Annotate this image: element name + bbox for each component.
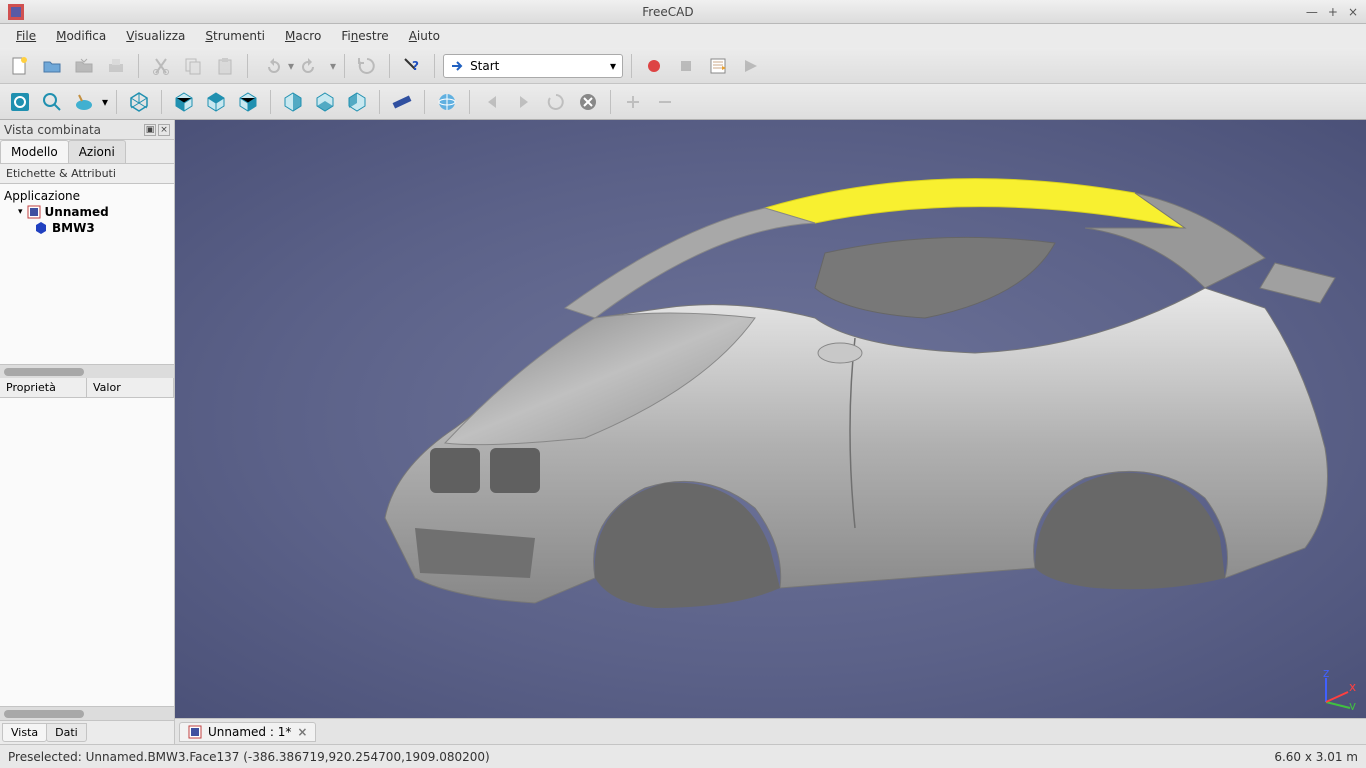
macro-list-button[interactable] bbox=[704, 52, 732, 80]
tree-document[interactable]: ▾ Unnamed bbox=[18, 204, 170, 220]
view-front-button[interactable] bbox=[170, 88, 198, 116]
undo-dropdown[interactable]: ▾ bbox=[288, 59, 294, 73]
refresh-button[interactable] bbox=[353, 52, 381, 80]
view-rear-button[interactable] bbox=[279, 88, 307, 116]
whats-this-button[interactable]: ? bbox=[398, 52, 426, 80]
panel-close-button[interactable]: × bbox=[158, 124, 170, 136]
mesh-icon bbox=[34, 221, 48, 235]
model-tree[interactable]: Applicazione ▾ Unnamed BMW3 bbox=[0, 184, 174, 364]
tree-scrollbar[interactable] bbox=[0, 364, 174, 378]
dropdown-icon: ▾ bbox=[610, 59, 616, 73]
menu-help[interactable]: Aiuto bbox=[401, 27, 448, 45]
minimize-button[interactable]: — bbox=[1306, 5, 1318, 19]
save-button[interactable] bbox=[70, 52, 98, 80]
document-tabs: Unnamed : 1* × bbox=[175, 718, 1366, 744]
menu-windows[interactable]: Finestre bbox=[333, 27, 396, 45]
new-file-button[interactable] bbox=[6, 52, 34, 80]
car-model[interactable] bbox=[335, 168, 1355, 628]
document-tab-label: Unnamed : 1* bbox=[208, 725, 291, 739]
view-top-button[interactable] bbox=[202, 88, 230, 116]
svg-text:y: y bbox=[1349, 699, 1356, 710]
prop-tab-data[interactable]: Dati bbox=[46, 723, 87, 742]
copy-button[interactable] bbox=[179, 52, 207, 80]
prop-col-value[interactable]: Valor bbox=[87, 378, 174, 397]
panel-undock-button[interactable]: ▣ bbox=[144, 124, 156, 136]
print-button[interactable] bbox=[102, 52, 130, 80]
fit-all-button[interactable] bbox=[6, 88, 34, 116]
close-button[interactable]: × bbox=[1348, 5, 1358, 19]
zoom-in-button[interactable] bbox=[619, 88, 647, 116]
svg-text:?: ? bbox=[412, 59, 419, 73]
tab-tasks[interactable]: Azioni bbox=[68, 140, 126, 163]
axis-indicator: z y x bbox=[1318, 670, 1358, 710]
prop-scrollbar[interactable] bbox=[0, 706, 174, 720]
zoom-out-button[interactable] bbox=[651, 88, 679, 116]
tree-item-bmw3[interactable]: BMW3 bbox=[34, 220, 170, 236]
property-header: Proprietà Valor bbox=[0, 378, 174, 398]
fit-selection-button[interactable] bbox=[38, 88, 66, 116]
3d-viewport[interactable]: z y x bbox=[175, 120, 1366, 718]
property-panel[interactable] bbox=[0, 398, 174, 706]
status-dimensions: 6.60 x 3.01 m bbox=[1274, 750, 1358, 764]
prop-tab-view[interactable]: Vista bbox=[2, 723, 47, 742]
combo-view-panel: Vista combinata ▣ × Modello Azioni Etich… bbox=[0, 120, 175, 744]
tree-root[interactable]: Applicazione bbox=[4, 188, 170, 204]
workbench-label: Start bbox=[470, 59, 604, 73]
paste-button[interactable] bbox=[211, 52, 239, 80]
macro-play-button[interactable] bbox=[736, 52, 764, 80]
nav-stop-button[interactable] bbox=[574, 88, 602, 116]
toolbar-file: ▾ ▾ ? Start ▾ bbox=[0, 48, 1366, 84]
view-left-button[interactable] bbox=[343, 88, 371, 116]
panel-title: Vista combinata bbox=[4, 123, 101, 137]
document-tab-unnamed[interactable]: Unnamed : 1* × bbox=[179, 722, 316, 742]
statusbar: Preselected: Unnamed.BMW3.Face137 (-386.… bbox=[0, 744, 1366, 768]
prop-col-property[interactable]: Proprietà bbox=[0, 378, 87, 397]
menu-macro[interactable]: Macro bbox=[277, 27, 329, 45]
measure-button[interactable] bbox=[388, 88, 416, 116]
draw-style-button[interactable] bbox=[70, 88, 98, 116]
toolbar-view: ▾ bbox=[0, 84, 1366, 120]
document-icon bbox=[188, 725, 202, 739]
maximize-button[interactable]: + bbox=[1328, 5, 1338, 19]
menubar: File Modifica Visualizza Strumenti Macro… bbox=[0, 24, 1366, 48]
tree-header: Etichette & Attributi bbox=[0, 164, 174, 184]
selected-face-roof[interactable] bbox=[765, 179, 1185, 228]
nav-refresh-button[interactable] bbox=[542, 88, 570, 116]
macro-record-button[interactable] bbox=[640, 52, 668, 80]
view-bottom-button[interactable] bbox=[311, 88, 339, 116]
panel-header: Vista combinata ▣ × bbox=[0, 120, 174, 140]
view-isometric-button[interactable] bbox=[125, 88, 153, 116]
start-icon bbox=[450, 59, 464, 73]
open-file-button[interactable] bbox=[38, 52, 66, 80]
draw-style-dropdown[interactable]: ▾ bbox=[102, 95, 108, 109]
expand-icon[interactable]: ▾ bbox=[18, 207, 23, 217]
app-icon bbox=[8, 4, 24, 20]
combo-tabs: Modello Azioni bbox=[0, 140, 174, 164]
document-tab-close[interactable]: × bbox=[297, 725, 307, 739]
menu-view[interactable]: Visualizza bbox=[118, 27, 193, 45]
viewport-area: z y x Unnamed : 1* × bbox=[175, 120, 1366, 744]
workbench-selector[interactable]: Start ▾ bbox=[443, 54, 623, 78]
menu-tools[interactable]: Strumenti bbox=[197, 27, 273, 45]
nav-forward-button[interactable] bbox=[510, 88, 538, 116]
redo-dropdown[interactable]: ▾ bbox=[330, 59, 336, 73]
web-button[interactable] bbox=[433, 88, 461, 116]
nav-back-button[interactable] bbox=[478, 88, 506, 116]
view-right-button[interactable] bbox=[234, 88, 262, 116]
undo-button[interactable] bbox=[256, 52, 284, 80]
window-titlebar: FreeCAD — + × bbox=[0, 0, 1366, 24]
cut-button[interactable] bbox=[147, 52, 175, 80]
svg-text:z: z bbox=[1323, 670, 1329, 680]
property-tabs: Vista Dati bbox=[0, 720, 174, 744]
macro-stop-button[interactable] bbox=[672, 52, 700, 80]
tab-model[interactable]: Modello bbox=[0, 140, 69, 163]
main-area: Vista combinata ▣ × Modello Azioni Etich… bbox=[0, 120, 1366, 744]
menu-edit[interactable]: Modifica bbox=[48, 27, 114, 45]
document-icon bbox=[27, 205, 41, 219]
redo-button[interactable] bbox=[298, 52, 326, 80]
status-preselection: Preselected: Unnamed.BMW3.Face137 (-386.… bbox=[8, 750, 490, 764]
menu-file[interactable]: File bbox=[8, 27, 44, 45]
window-title: FreeCAD bbox=[30, 5, 1306, 19]
svg-text:x: x bbox=[1349, 680, 1356, 694]
